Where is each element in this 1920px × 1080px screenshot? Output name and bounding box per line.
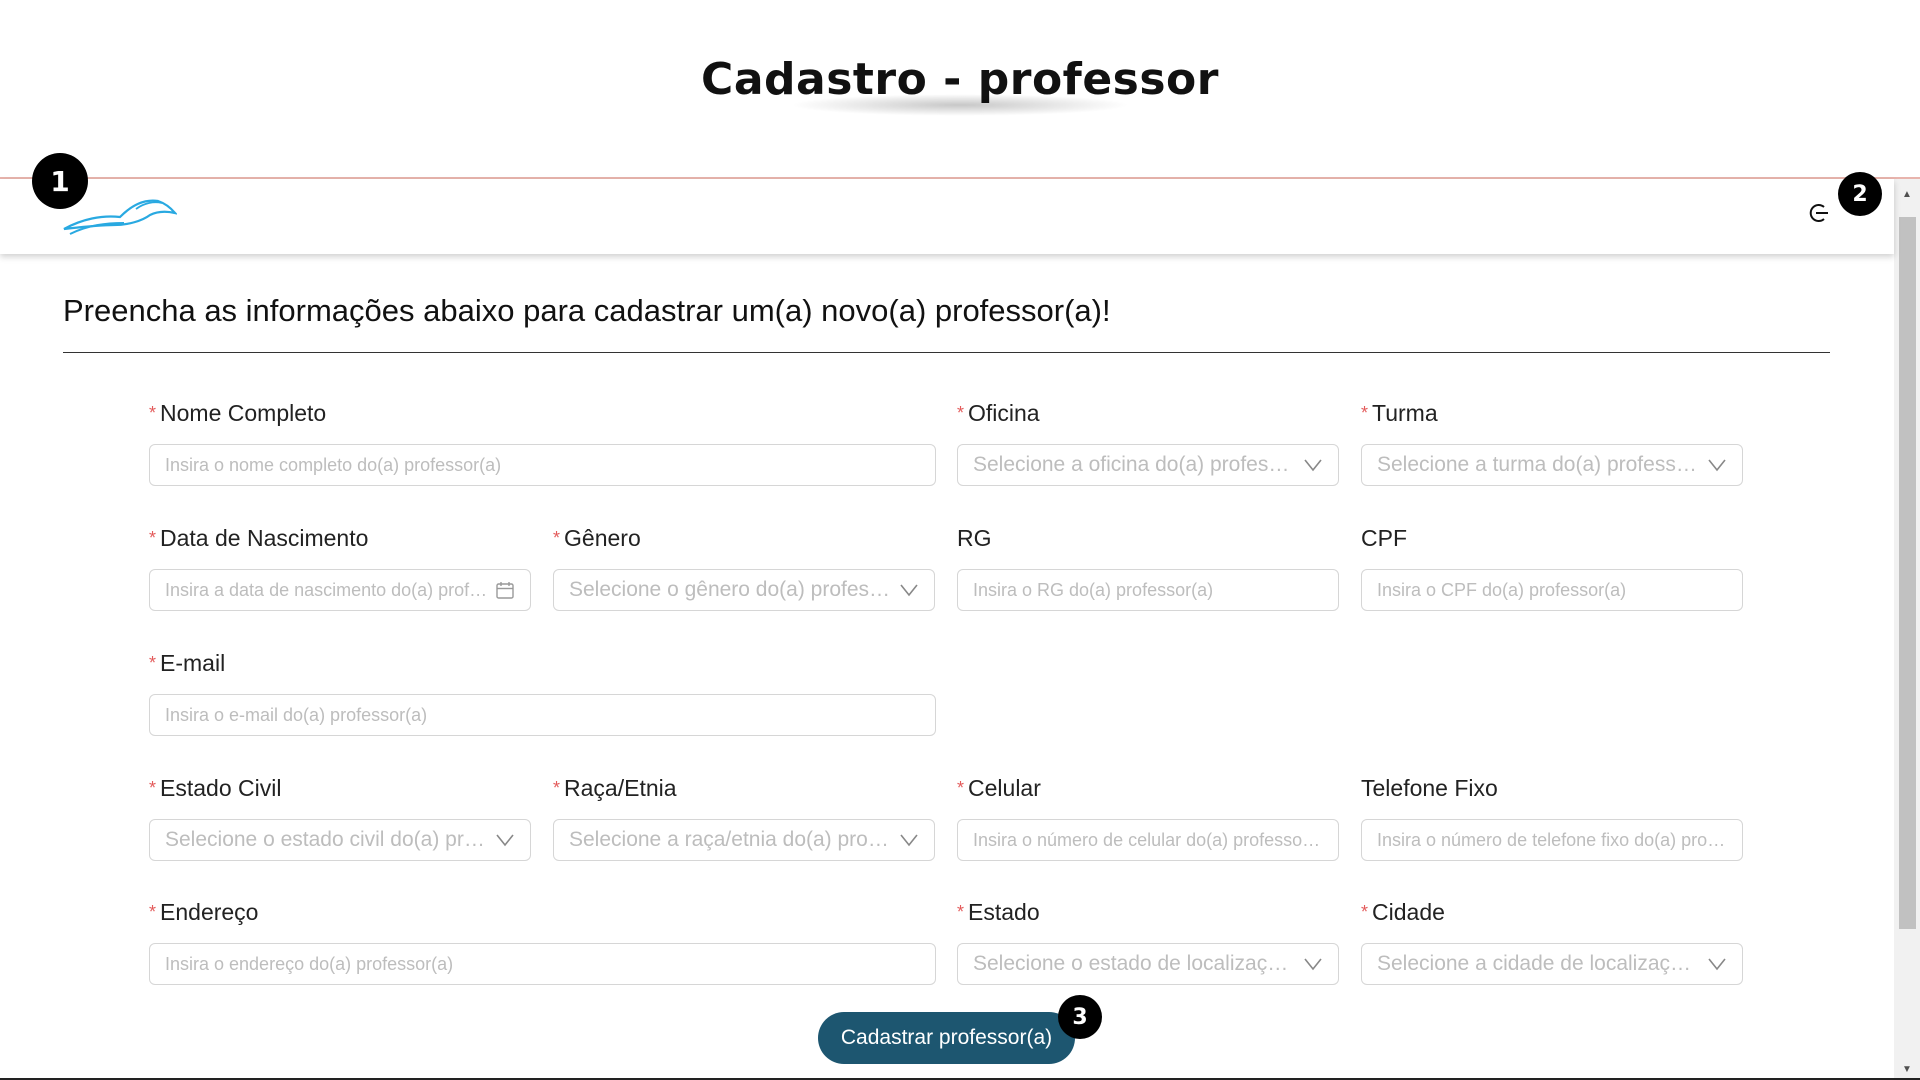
genero-select[interactable]: Selecione o gênero do(a) professor(a) xyxy=(553,569,935,611)
telefone-input[interactable]: Insira o número de telefone fixo do(a) p… xyxy=(1361,819,1743,861)
telefone-label: Telefone Fixo xyxy=(1361,775,1498,801)
estado-civil-label: * Estado Civil xyxy=(149,775,282,801)
cpf-label: CPF xyxy=(1361,525,1407,551)
form-content: Preencha as informações abaixo para cada… xyxy=(0,254,1894,1080)
required-mark: * xyxy=(957,778,965,798)
turma-select[interactable]: Selecione a turma do(a) professor(a) xyxy=(1361,444,1743,486)
chevron-down-icon xyxy=(1304,459,1322,472)
endereco-input[interactable]: Insira o endereço do(a) professor(a) xyxy=(149,943,936,985)
raca-label: * Raça/Etnia xyxy=(553,775,677,801)
cpf-input[interactable]: Insira o CPF do(a) professor(a) xyxy=(1361,569,1743,611)
required-mark: * xyxy=(1361,403,1369,423)
cadastrar-professor-button[interactable]: Cadastrar professor(a) xyxy=(818,1012,1075,1064)
required-mark: * xyxy=(149,528,157,548)
oficina-select[interactable]: Selecione a oficina do(a) professor(a) xyxy=(957,444,1339,486)
endereco-label: * Endereço xyxy=(149,899,259,925)
rg-input[interactable]: Insira o RG do(a) professor(a) xyxy=(957,569,1339,611)
nascimento-label: * Data de Nascimento xyxy=(149,525,369,551)
turma-label: * Turma xyxy=(1361,400,1438,426)
app-frame: Preencha as informações abaixo para cada… xyxy=(0,177,1920,1080)
chevron-down-icon xyxy=(1708,459,1726,472)
form-heading: Preencha as informações abaixo para cada… xyxy=(63,293,1111,328)
required-mark: * xyxy=(553,528,561,548)
chevron-down-icon xyxy=(900,834,918,847)
logout-icon[interactable] xyxy=(1806,200,1832,226)
estado-civil-select[interactable]: Selecione o estado civil do(a) professor… xyxy=(149,819,531,861)
scroll-down-arrow-icon[interactable]: ▼ xyxy=(1894,1058,1920,1080)
required-mark: * xyxy=(149,653,157,673)
annotation-badge-3: 3 xyxy=(1058,995,1102,1039)
title-underline-shadow xyxy=(790,94,1130,116)
app-header xyxy=(0,179,1894,254)
oficina-label: * Oficina xyxy=(957,400,1040,426)
cidade-label: * Cidade xyxy=(1361,899,1445,925)
chevron-down-icon xyxy=(496,834,514,847)
required-mark: * xyxy=(149,403,157,423)
scrollbar-thumb[interactable] xyxy=(1899,217,1916,929)
chevron-down-icon xyxy=(900,584,918,597)
rg-label: RG xyxy=(957,525,992,551)
scroll-up-arrow-icon[interactable]: ▲ xyxy=(1894,183,1920,205)
vertical-scrollbar[interactable]: ▲ ▼ xyxy=(1894,179,1920,1080)
nascimento-datepicker[interactable]: Insira a data de nascimento do(a) profes… xyxy=(149,569,531,611)
annotation-badge-1: 1 xyxy=(32,153,88,209)
calendar-icon[interactable] xyxy=(495,580,515,600)
required-mark: * xyxy=(957,403,965,423)
estado-label: * Estado xyxy=(957,899,1040,925)
chevron-down-icon xyxy=(1304,958,1322,971)
celular-label: * Celular xyxy=(957,775,1041,801)
heading-divider xyxy=(63,352,1830,353)
nome-label: * Nome Completo xyxy=(149,400,327,426)
celular-input[interactable]: Insira o número de celular do(a) profess… xyxy=(957,819,1339,861)
required-mark: * xyxy=(1361,902,1369,922)
nome-input[interactable]: Insira o nome completo do(a) professor(a… xyxy=(149,444,936,486)
email-label: * E-mail xyxy=(149,650,226,676)
email-input[interactable]: Insira o e-mail do(a) professor(a) xyxy=(149,694,936,736)
chevron-down-icon xyxy=(1708,958,1726,971)
required-mark: * xyxy=(149,902,157,922)
required-mark: * xyxy=(957,902,965,922)
raca-select[interactable]: Selecione a raça/etnia do(a) professor(a… xyxy=(553,819,935,861)
genero-label: * Gênero xyxy=(553,525,641,551)
required-mark: * xyxy=(149,778,157,798)
annotation-badge-2: 2 xyxy=(1838,172,1882,216)
cidade-select[interactable]: Selecione a cidade de localização do(a) … xyxy=(1361,943,1743,985)
required-mark: * xyxy=(553,778,561,798)
estado-select[interactable]: Selecione o estado de localização do(a) … xyxy=(957,943,1339,985)
